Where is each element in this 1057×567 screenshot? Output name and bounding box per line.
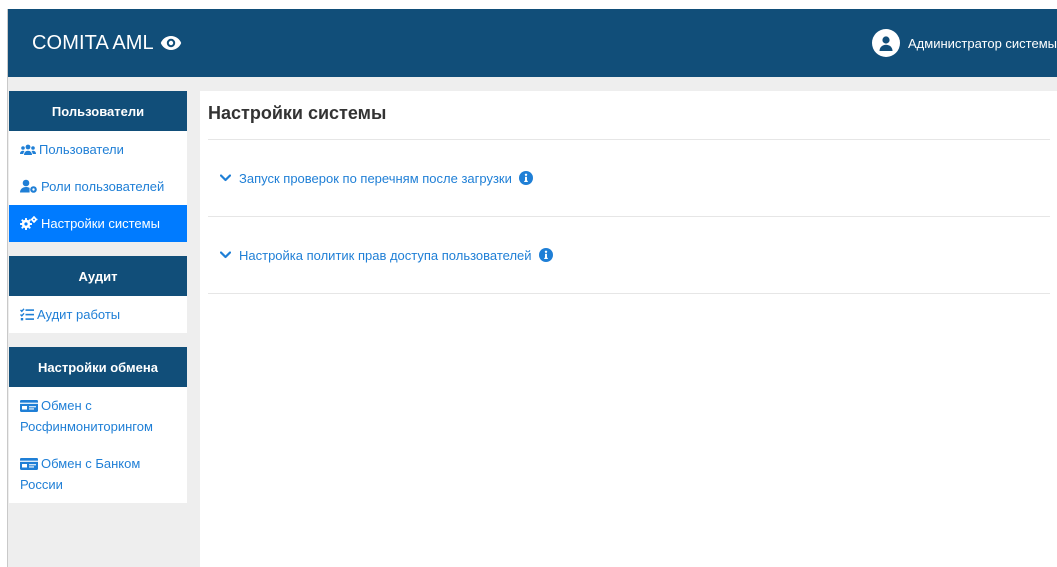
user-menu[interactable]: Администратор системы	[872, 29, 1057, 57]
id-card-icon	[20, 400, 38, 412]
info-icon[interactable]	[538, 248, 553, 262]
section-title: Настройка политик прав доступа пользоват…	[239, 247, 532, 263]
sidebar-item-users[interactable]: Пользователи	[9, 131, 187, 168]
main-content: Настройки системы Запуск проверок по пер…	[200, 91, 1057, 567]
sidebar-group-title: Аудит	[9, 256, 187, 296]
info-icon[interactable]	[518, 171, 533, 185]
sidebar-item-label: Настройки системы	[41, 216, 160, 231]
sidebar-item-label: Обмен с Банком России	[20, 456, 141, 492]
sidebar-group-title: Пользователи	[9, 91, 187, 131]
sidebar-item-label: Аудит работы	[37, 307, 121, 322]
sidebar-group-title: Настройки обмена	[9, 347, 187, 387]
sidebar-item-label: Пользователи	[39, 142, 124, 157]
section-list-checks-after-load[interactable]: Запуск проверок по перечням после загруз…	[208, 140, 1050, 217]
sidebar-item-label: Обмен с Росфинмониторингом	[20, 398, 153, 434]
users-icon	[20, 144, 36, 156]
sidebar-group-exchange-settings: Настройки обмена Обмен с Росфинмониторин…	[9, 347, 187, 503]
app-window: COMITA AML Администратор системы Пользов…	[7, 9, 1057, 567]
sidebar-item-work-audit[interactable]: Аудит работы	[9, 296, 187, 333]
id-card-icon	[20, 458, 38, 470]
user-cog-icon	[20, 179, 38, 193]
section-title: Запуск проверок по перечням после загруз…	[239, 170, 512, 186]
sidebar-item-user-roles[interactable]: Роли пользователей	[9, 168, 187, 205]
tasks-icon	[20, 308, 34, 321]
sidebar-item-bank-of-russia-exchange[interactable]: Обмен с Банком России	[9, 445, 187, 503]
sidebar-group-audit: Аудит Аудит работы	[9, 256, 187, 333]
cogs-icon	[20, 216, 38, 230]
user-name: Администратор системы	[908, 35, 1057, 51]
chevron-down-icon	[220, 174, 231, 182]
sidebar: Пользователи Пользователи Роли пользоват…	[9, 91, 187, 517]
section-access-policy-settings[interactable]: Настройка политик прав доступа пользоват…	[208, 217, 1050, 294]
sidebar-group-users: Пользователи Пользователи Роли пользоват…	[9, 91, 187, 242]
brand-name: COMITA AML	[32, 31, 154, 54]
sidebar-item-label: Роли пользователей	[41, 179, 165, 194]
eye-icon	[160, 35, 182, 51]
chevron-down-icon	[220, 251, 231, 259]
sidebar-item-rosfinmonitoring-exchange[interactable]: Обмен с Росфинмониторингом	[9, 387, 187, 445]
sidebar-item-system-settings[interactable]: Настройки системы	[9, 205, 187, 242]
user-avatar-icon	[872, 29, 900, 57]
brand-logo[interactable]: COMITA AML	[32, 32, 182, 55]
top-bar: COMITA AML Администратор системы	[8, 9, 1057, 77]
page-title: Настройки системы	[208, 91, 1050, 140]
